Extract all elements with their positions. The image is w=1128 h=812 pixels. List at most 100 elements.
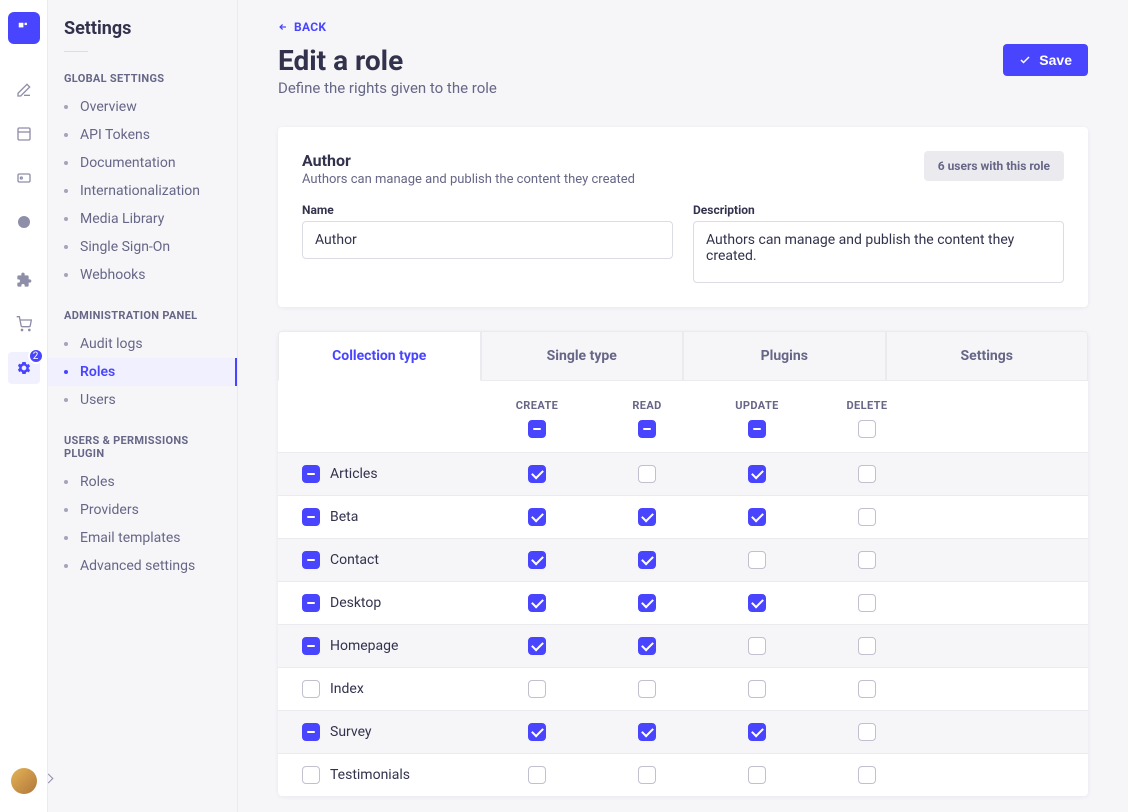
checkbox[interactable] <box>638 680 656 698</box>
bullet-icon <box>64 480 68 484</box>
marketplace-icon[interactable] <box>8 308 40 340</box>
sidenav-item[interactable]: Email templates <box>48 524 237 552</box>
info-icon[interactable] <box>8 206 40 238</box>
checkbox[interactable] <box>638 465 656 483</box>
perm-row: Survey <box>278 710 1088 753</box>
sidenav-item[interactable]: Documentation <box>48 149 237 177</box>
checkbox[interactable] <box>748 637 766 655</box>
sidenav-item-label: Email templates <box>80 530 181 546</box>
perm-row: Testimonials <box>278 753 1088 796</box>
sidenav-item[interactable]: Users <box>48 386 237 414</box>
content-icon[interactable] <box>8 74 40 106</box>
checkbox[interactable] <box>858 594 876 612</box>
sidenav-item[interactable]: API Tokens <box>48 121 237 149</box>
checkbox[interactable] <box>858 465 876 483</box>
bullet-icon <box>64 273 68 277</box>
sidenav-item[interactable]: Providers <box>48 496 237 524</box>
sidenav-item-label: Single Sign-On <box>80 239 170 255</box>
checkbox[interactable] <box>638 723 656 741</box>
col-delete: DELETE <box>812 399 922 412</box>
checkbox[interactable] <box>748 465 766 483</box>
sidenav-item[interactable]: Internationalization <box>48 177 237 205</box>
page-subtitle: Define the rights given to the role <box>278 79 497 97</box>
perm-row: Articles <box>278 452 1088 495</box>
checkbox[interactable] <box>858 637 876 655</box>
checkbox[interactable] <box>302 594 320 612</box>
checkbox[interactable] <box>858 766 876 784</box>
checkbox[interactable] <box>638 508 656 526</box>
bullet-icon <box>64 564 68 568</box>
checkbox[interactable] <box>858 551 876 569</box>
permission-tabs: Collection typeSingle typePluginsSetting… <box>278 331 1088 381</box>
sidenav-item-label: Audit logs <box>80 336 143 352</box>
sidenav-item[interactable]: Advanced settings <box>48 552 237 580</box>
plugins-icon[interactable] <box>8 264 40 296</box>
sidenav-item[interactable]: Overview <box>48 93 237 121</box>
checkbox[interactable] <box>302 723 320 741</box>
checkbox[interactable] <box>528 723 546 741</box>
perm-tab[interactable]: Collection type <box>278 331 481 381</box>
perm-row-label: Articles <box>330 466 378 482</box>
sidenav-item[interactable]: Roles <box>48 468 237 496</box>
checkbox[interactable] <box>638 637 656 655</box>
perm-row-label: Desktop <box>330 595 381 611</box>
back-link[interactable]: BACK <box>278 20 326 34</box>
checkbox[interactable] <box>528 637 546 655</box>
sidenav-item-label: Internationalization <box>80 183 200 199</box>
sidenav-item-label: Providers <box>80 502 139 518</box>
checkbox[interactable] <box>528 508 546 526</box>
checkbox[interactable] <box>528 766 546 784</box>
perm-tab[interactable]: Single type <box>481 331 684 381</box>
name-input[interactable] <box>302 221 673 259</box>
checkbox[interactable] <box>858 723 876 741</box>
sidenav-item[interactable]: Single Sign-On <box>48 233 237 261</box>
checkbox[interactable] <box>748 766 766 784</box>
builder-icon[interactable] <box>8 118 40 150</box>
checkbox[interactable] <box>748 594 766 612</box>
checkbox[interactable] <box>302 680 320 698</box>
sidenav-item[interactable]: Roles <box>48 358 237 386</box>
sidenav-item-label: Roles <box>80 474 115 490</box>
checkbox[interactable] <box>302 766 320 784</box>
perm-tab[interactable]: Plugins <box>683 331 886 381</box>
checkbox[interactable] <box>638 420 656 438</box>
sidenav-item-label: Documentation <box>80 155 176 171</box>
bullet-icon <box>64 398 68 402</box>
checkbox[interactable] <box>858 508 876 526</box>
sidenav-item[interactable]: Media Library <box>48 205 237 233</box>
settings-icon[interactable]: 2 <box>8 352 40 384</box>
checkbox[interactable] <box>748 723 766 741</box>
bullet-icon <box>64 536 68 540</box>
checkbox[interactable] <box>528 680 546 698</box>
checkbox[interactable] <box>748 420 766 438</box>
bullet-icon <box>64 105 68 109</box>
checkbox[interactable] <box>528 465 546 483</box>
checkbox[interactable] <box>528 551 546 569</box>
description-input[interactable] <box>693 221 1064 283</box>
perm-row: Index <box>278 667 1088 710</box>
checkbox[interactable] <box>528 420 546 438</box>
checkbox[interactable] <box>638 594 656 612</box>
checkbox[interactable] <box>638 551 656 569</box>
sidenav-item[interactable]: Audit logs <box>48 330 237 358</box>
checkbox[interactable] <box>638 766 656 784</box>
save-label: Save <box>1039 52 1072 68</box>
checkbox[interactable] <box>748 680 766 698</box>
sidenav-item[interactable]: Webhooks <box>48 261 237 289</box>
media-icon[interactable] <box>8 162 40 194</box>
checkbox[interactable] <box>748 508 766 526</box>
checkbox[interactable] <box>858 680 876 698</box>
checkbox[interactable] <box>302 637 320 655</box>
perm-tab[interactable]: Settings <box>886 331 1089 381</box>
app-logo[interactable] <box>8 12 40 44</box>
user-avatar[interactable] <box>11 768 37 794</box>
checkbox[interactable] <box>748 551 766 569</box>
sidenav-item-label: Users <box>80 392 116 408</box>
save-button[interactable]: Save <box>1003 44 1088 76</box>
checkbox[interactable] <box>528 594 546 612</box>
checkbox[interactable] <box>302 508 320 526</box>
checkbox[interactable] <box>302 551 320 569</box>
checkbox[interactable] <box>302 465 320 483</box>
settings-sidenav: Settings Global SettingsOverviewAPI Toke… <box>48 0 238 812</box>
checkbox[interactable] <box>858 420 876 438</box>
